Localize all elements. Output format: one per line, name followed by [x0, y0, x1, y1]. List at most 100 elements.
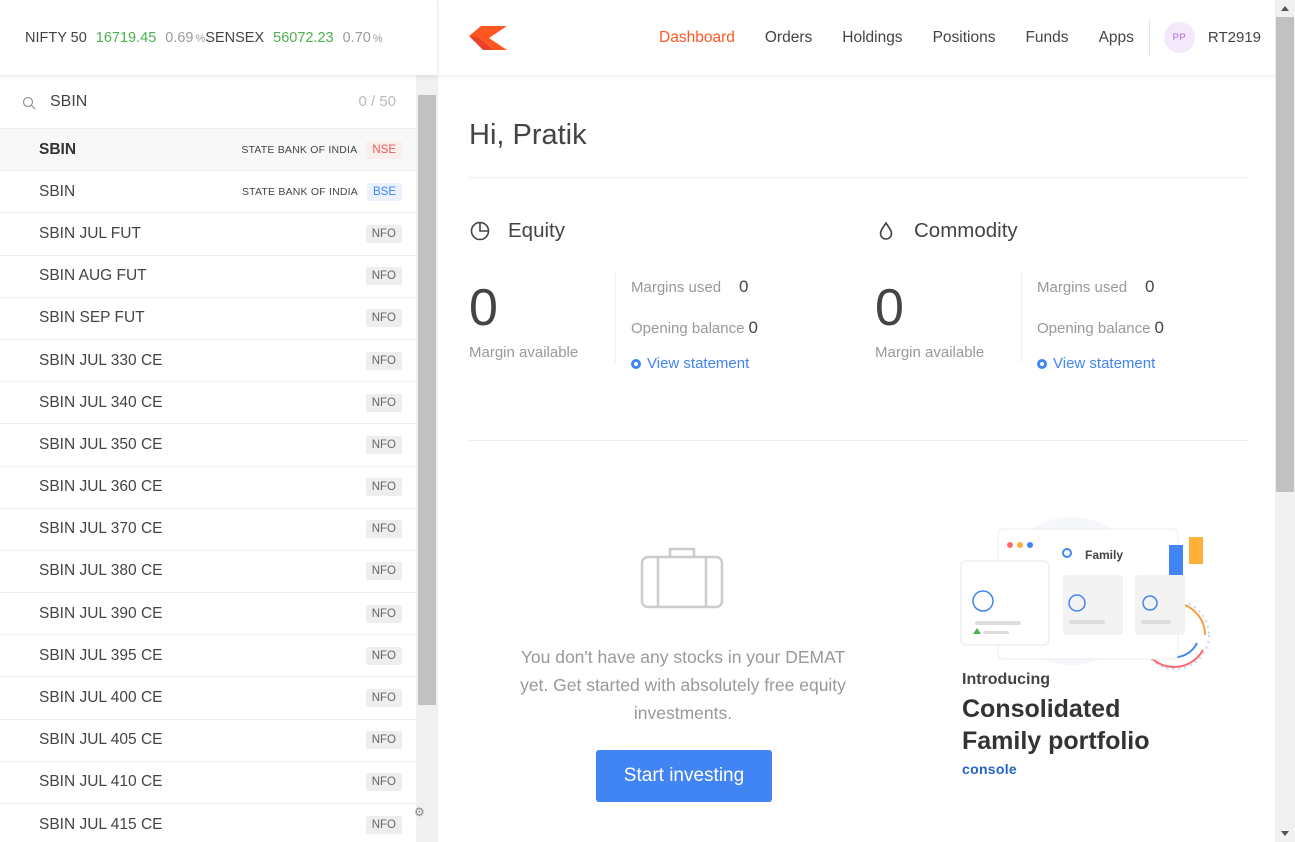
watchlist-settings-icon[interactable]: ⚙	[414, 805, 425, 819]
divider	[469, 177, 1249, 178]
instrument-symbol: SBIN	[39, 140, 77, 158]
commodity-margin-available: 0	[875, 279, 904, 337]
margin-available-label: Margin available	[875, 344, 985, 361]
exchange-badge: NFO	[365, 478, 402, 497]
nav-links: Dashboard Orders Holdings Positions Fund…	[644, 0, 1275, 75]
divider	[1021, 272, 1022, 362]
instrument-symbol: SBIN JUL 360 CE	[39, 478, 163, 496]
user-id: RT2919	[1207, 29, 1261, 46]
exchange-badge: NFO	[365, 731, 402, 750]
exchange-badge: NSE	[366, 140, 402, 159]
start-investing-button[interactable]: Start investing	[596, 750, 772, 802]
page-scroll-thumb[interactable]	[1276, 17, 1294, 492]
exchange-badge: NFO	[365, 393, 402, 412]
watchlist-scrollbar[interactable]	[418, 95, 436, 705]
index-value: 16719.45	[95, 29, 157, 46]
page-title: Hi, Pratik	[469, 119, 587, 151]
link-bullet-icon	[1037, 358, 1047, 369]
exchange-badge: NFO	[365, 520, 402, 539]
pie-chart-icon	[470, 221, 490, 241]
exchange-badge: NFO	[365, 646, 402, 665]
index-nifty[interactable]: NIFTY 50 16719.45 0.69%	[25, 30, 205, 46]
console-brand: console	[962, 761, 1018, 777]
search-result-row[interactable]: SBIN JUL 360 CE NFO	[0, 467, 416, 509]
instrument-fullname: STATE BANK OF INDIA	[241, 143, 358, 156]
user-profile-menu[interactable]: PP RT2919	[1163, 22, 1261, 53]
scroll-down-icon[interactable]	[1281, 831, 1289, 836]
search-result-row[interactable]: SBIN JUL 410 CE NFO	[0, 762, 416, 804]
nav-orders[interactable]: Orders	[765, 29, 812, 47]
search-result-row[interactable]: SBIN JUL 400 CE NFO	[0, 677, 416, 720]
nav-holdings[interactable]: Holdings	[842, 29, 902, 47]
search-result-row[interactable]: SBIN JUL 415 CE NFO	[0, 804, 416, 842]
empty-holdings-message: You don't have any stocks in your DEMAT …	[520, 647, 846, 723]
promo-title: Consolidated Family portfolio	[962, 695, 1150, 755]
commodity-title: Commodity	[875, 215, 1255, 247]
search-result-row[interactable]: SBIN JUL 330 CE NFO	[0, 340, 416, 383]
search-icon	[22, 96, 36, 109]
search-result-row[interactable]: SBIN JUL 340 CE NFO	[0, 382, 416, 425]
instrument-symbol: SBIN JUL 395 CE	[39, 646, 163, 664]
instrument-symbol: SBIN JUL 405 CE	[39, 731, 163, 749]
margin-available-label: Margin available	[469, 344, 579, 361]
index-name: SENSEX	[205, 29, 265, 46]
nav-apps[interactable]: Apps	[1099, 29, 1134, 47]
instrument-symbol: SBIN AUG FUT	[39, 267, 147, 285]
instrument-fullname: STATE BANK OF INDIA	[241, 185, 358, 198]
equity-view-statement-link[interactable]: View statement	[631, 355, 749, 372]
page-scrollbar[interactable]	[1275, 0, 1295, 842]
commodity-view-statement-link[interactable]: View statement	[1037, 355, 1155, 372]
search-bar: 0 / 50	[0, 75, 437, 129]
search-result-row[interactable]: SBIN STATE BANK OF INDIA BSE	[0, 171, 416, 214]
search-result-row[interactable]: SBIN JUL 390 CE NFO	[0, 593, 416, 636]
search-result-row[interactable]: SBIN JUL FUT NFO	[0, 213, 416, 256]
family-portfolio-promo[interactable]: Family Introducing Consolidated Family p…	[953, 515, 1223, 835]
search-result-row[interactable]: SBIN AUG FUT NFO	[0, 256, 416, 298]
briefcase-icon	[640, 547, 724, 609]
instrument-symbol: SBIN JUL 400 CE	[39, 689, 163, 707]
link-bullet-icon	[631, 358, 641, 369]
instrument-symbol: SBIN JUL 415 CE	[39, 815, 163, 833]
nav-dashboard[interactable]: Dashboard	[659, 29, 735, 47]
divider	[469, 440, 1249, 441]
commodity-section: Commodity 0 Margin available Margins use…	[875, 215, 1255, 372]
nav-positions[interactable]: Positions	[933, 29, 996, 47]
commodity-margins-used: Margins used 0	[1037, 277, 1155, 296]
instrument-symbol: SBIN JUL 380 CE	[39, 562, 163, 580]
search-result-row[interactable]: SBIN SEP FUT NFO	[0, 298, 416, 340]
exchange-badge: NFO	[365, 309, 402, 328]
exchange-badge: NFO	[365, 351, 402, 370]
instrument-symbol: SBIN SEP FUT	[39, 309, 145, 327]
family-portfolio-illustration-icon	[960, 517, 1210, 670]
scroll-up-icon[interactable]	[1281, 6, 1289, 11]
search-result-row[interactable]: SBIN JUL 405 CE NFO	[0, 720, 416, 762]
top-navigation: Dashboard Orders Holdings Positions Fund…	[438, 0, 1275, 75]
exchange-badge: NFO	[365, 689, 402, 708]
exchange-badge: NFO	[365, 815, 402, 834]
nav-funds[interactable]: Funds	[1025, 29, 1068, 47]
instrument-symbol: SBIN JUL 370 CE	[39, 520, 163, 538]
exchange-badge: NFO	[365, 604, 402, 623]
drop-icon	[879, 221, 893, 240]
promo-introducing: Introducing	[962, 671, 1050, 688]
instrument-symbol: SBIN JUL 330 CE	[39, 351, 163, 369]
divider	[615, 272, 616, 362]
dashboard-main: Hi, Pratik Equity 0 Margin available Mar…	[438, 75, 1275, 842]
instrument-symbol: SBIN JUL FUT	[39, 224, 141, 242]
equity-opening-balance: Opening balance 0	[631, 318, 758, 337]
watchlist-panel: 0 / 50 SBIN STATE BANK OF INDIA NSE SBIN STA…	[0, 75, 438, 842]
instrument-symbol: SBIN JUL 350 CE	[39, 435, 163, 453]
instrument-symbol: SBIN JUL 390 CE	[39, 604, 163, 622]
search-result-row[interactable]: SBIN JUL 380 CE NFO	[0, 551, 416, 594]
search-result-row[interactable]: SBIN JUL 395 CE NFO	[0, 635, 416, 678]
search-results: SBIN STATE BANK OF INDIA NSE SBIN STATE BANK…	[0, 129, 416, 842]
search-result-row[interactable]: SBIN JUL 370 CE NFO	[0, 509, 416, 551]
index-sensex[interactable]: SENSEX 56072.23 0.70%	[205, 30, 382, 46]
kite-logo-icon[interactable]	[469, 26, 507, 50]
equity-section: Equity 0 Margin available Margins used 0 …	[469, 215, 849, 372]
equity-margins-used: Margins used 0	[631, 277, 749, 296]
search-result-row[interactable]: SBIN JUL 350 CE NFO	[0, 424, 416, 467]
commodity-opening-balance: Opening balance 0	[1037, 318, 1164, 337]
instrument-symbol: SBIN JUL 410 CE	[39, 773, 163, 791]
search-result-row[interactable]: SBIN STATE BANK OF INDIA NSE	[0, 129, 416, 172]
